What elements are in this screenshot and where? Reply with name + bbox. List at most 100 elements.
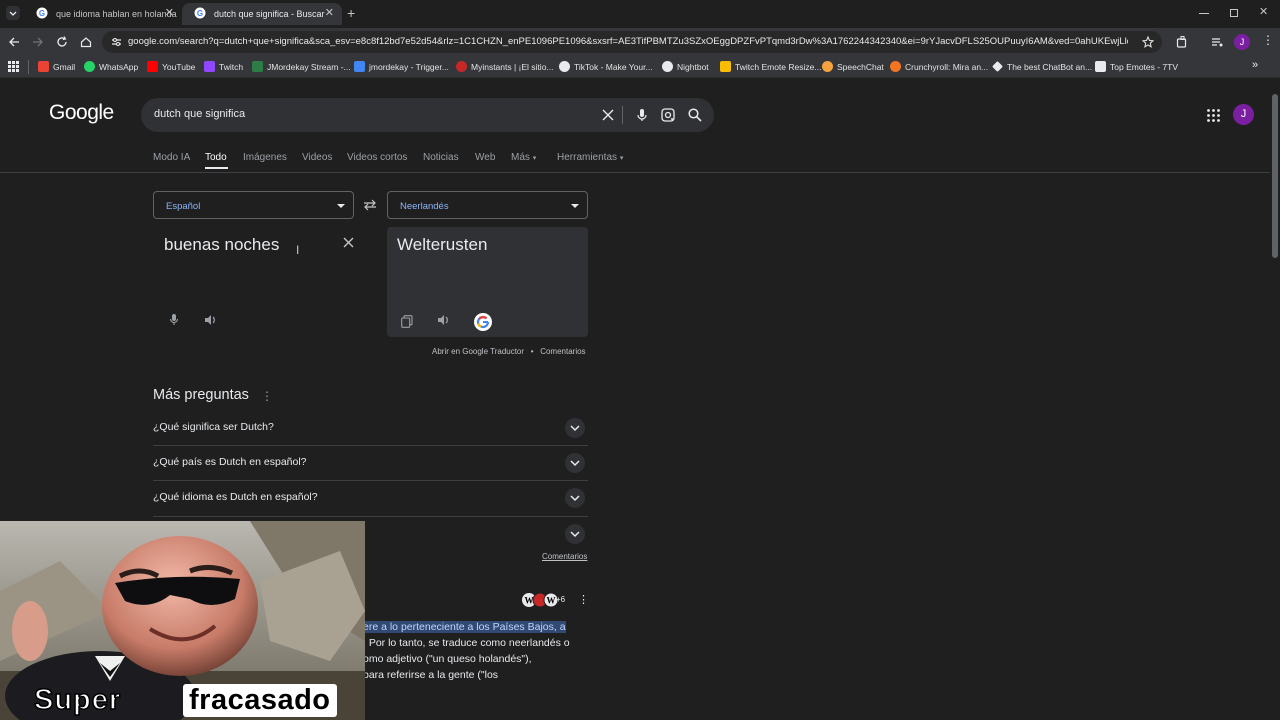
source-language-select[interactable]: Español	[153, 191, 354, 219]
copy-icon[interactable]	[401, 315, 413, 328]
target-language-select[interactable]: Neerlandés	[387, 191, 588, 219]
snippet-more-options-icon[interactable]: ⋮	[578, 593, 589, 606]
bookmark-gmail[interactable]: Gmail	[38, 61, 75, 72]
address-bar[interactable]: google.com/search?q=dutch+que+significa&…	[102, 31, 1162, 53]
bookmark-myinstants[interactable]: Myinstants | ¡El sitio...	[456, 61, 554, 72]
paa-feedback-link[interactable]: Comentarios	[542, 552, 587, 561]
paa-expand-button[interactable]	[565, 453, 585, 473]
swap-languages-icon[interactable]	[363, 199, 377, 211]
home-icon[interactable]	[80, 36, 92, 48]
google-lens-icon[interactable]	[661, 108, 675, 122]
clear-search-icon[interactable]	[602, 109, 614, 121]
tab-noticias[interactable]: Noticias	[423, 152, 459, 163]
paa-question[interactable]: ¿Qué significa ser Dutch?	[153, 421, 274, 433]
account-avatar[interactable]: J	[1233, 104, 1254, 125]
source-text-input[interactable]: buenas noches	[164, 235, 279, 255]
paa-question[interactable]: ¿Qué idioma es Dutch en español?	[153, 491, 318, 503]
paa-question[interactable]: ¿Qué país es Dutch en español?	[153, 456, 307, 468]
caret-down-icon: ▾	[532, 155, 537, 162]
site-info-icon[interactable]	[111, 37, 122, 47]
paa-expand-button[interactable]	[565, 488, 585, 508]
menu-icon[interactable]: ⋮	[1262, 33, 1274, 47]
svg-text:G: G	[39, 9, 45, 18]
feedback-link[interactable]: Comentarios	[540, 347, 585, 356]
bookmark-chatbot[interactable]: The best ChatBot an...	[992, 61, 1092, 72]
svg-text:W: W	[525, 596, 534, 606]
bookmark-twitch[interactable]: Twitch	[204, 61, 243, 72]
bookmark-tiktok[interactable]: TikTok - Make Your...	[559, 61, 653, 72]
minimize-icon[interactable]	[1199, 13, 1209, 14]
tab-herramientas[interactable]: Herramientas ▾	[557, 152, 623, 163]
chevron-down-icon	[570, 531, 580, 538]
tab-imagenes[interactable]: Imágenes	[243, 152, 287, 163]
bookmark-whatsapp[interactable]: WhatsApp	[84, 61, 138, 72]
bookmark-jmordekay-trigger[interactable]: jmordekay - Trigger...	[354, 61, 449, 72]
close-tab-icon[interactable]: ✕	[165, 6, 174, 19]
bookmark-youtube[interactable]: YouTube	[147, 61, 195, 72]
search-divider	[622, 106, 623, 124]
bookmark-nightbot[interactable]: Nightbot	[662, 61, 709, 72]
media-controls-icon[interactable]	[1211, 36, 1223, 48]
tab-que-idioma[interactable]: G que idioma hablan en holanda ✕	[24, 3, 182, 25]
bookmark-jmordekay-stream[interactable]: JMordekay Stream -...	[252, 61, 351, 72]
tab-title: dutch que significa - Buscar	[214, 9, 325, 19]
svg-text:W: W	[547, 596, 556, 606]
translated-text: Welterusten	[397, 235, 488, 254]
tab-search-button[interactable]	[6, 6, 20, 20]
bookmarks-divider	[28, 60, 29, 74]
back-icon[interactable]	[8, 36, 20, 48]
bookmark-7tv[interactable]: Top Emotes - 7TV	[1095, 61, 1178, 72]
tab-dutch-que-significa[interactable]: G dutch que significa - Buscar ✕	[182, 3, 342, 25]
bookmark-crunchyroll[interactable]: Crunchyroll: Mira an...	[890, 61, 988, 72]
tab-strip: G que idioma hablan en holanda ✕ G dutch…	[0, 0, 1280, 28]
translation-output: Welterusten	[387, 227, 588, 337]
paa-divider	[153, 445, 588, 446]
profile-avatar[interactable]: J	[1234, 34, 1250, 50]
google-favicon-icon: G	[36, 7, 48, 19]
scrollbar-thumb[interactable]	[1272, 94, 1278, 258]
paa-more-options-icon[interactable]: ⋮	[261, 389, 273, 403]
paa-divider	[153, 516, 588, 517]
reload-icon[interactable]	[56, 36, 68, 48]
bookmark-star-icon[interactable]	[1142, 36, 1154, 48]
close-window-icon[interactable]: ✕	[1259, 5, 1268, 18]
tab-web[interactable]: Web	[475, 152, 495, 163]
listen-source-icon[interactable]	[204, 314, 218, 326]
tab-videos[interactable]: Videos	[302, 152, 332, 163]
microphone-icon[interactable]	[636, 108, 648, 122]
bookmark-twitch-emote-resizer[interactable]: Twitch Emote Resize...	[720, 61, 821, 72]
open-in-translate-link[interactable]: Abrir en Google Traductor	[432, 347, 524, 356]
more-bookmarks-icon[interactable]: »	[1252, 59, 1258, 71]
url-text: google.com/search?q=dutch+que+significa&…	[128, 36, 1128, 47]
voice-input-icon[interactable]	[169, 313, 179, 327]
snippet-line: omo adjetivo ("un queso holandés"),	[363, 653, 532, 665]
paa-expand-button[interactable]	[565, 524, 585, 544]
google-logo[interactable]: Google	[49, 101, 114, 125]
translator-footer: Abrir en Google Traductor • Comentarios	[432, 347, 586, 356]
listen-translation-icon[interactable]	[437, 314, 451, 326]
restore-icon[interactable]	[1230, 9, 1238, 17]
tiktok-icon	[559, 61, 570, 72]
webcam-overlay: Super fracasado	[0, 521, 365, 720]
twitch-icon	[204, 61, 215, 72]
tab-modo-ia[interactable]: Modo IA	[153, 152, 190, 163]
footer-bullet: •	[530, 347, 534, 356]
search-icon[interactable]	[688, 108, 702, 122]
google-g-icon[interactable]	[474, 313, 492, 331]
search-input[interactable]: dutch que significa	[154, 108, 245, 120]
tab-mas[interactable]: Más ▾	[511, 152, 536, 163]
stream-icon	[252, 61, 263, 72]
paa-expand-button[interactable]	[565, 418, 585, 438]
search-box[interactable]: dutch que significa	[141, 98, 714, 132]
bookmark-speechchat[interactable]: SpeechChat	[822, 61, 884, 72]
tab-videos-cortos[interactable]: Videos cortos	[347, 152, 407, 163]
apps-grid-icon[interactable]	[8, 61, 19, 72]
text-cursor-icon: I	[296, 243, 300, 257]
new-tab-button[interactable]: +	[347, 5, 355, 21]
close-tab-icon[interactable]: ✕	[325, 6, 334, 19]
extensions-icon[interactable]	[1176, 36, 1188, 48]
forward-icon[interactable]	[32, 36, 44, 48]
google-apps-icon[interactable]	[1207, 109, 1220, 122]
clear-source-icon[interactable]	[343, 237, 354, 248]
tab-todo[interactable]: Todo	[205, 152, 227, 163]
